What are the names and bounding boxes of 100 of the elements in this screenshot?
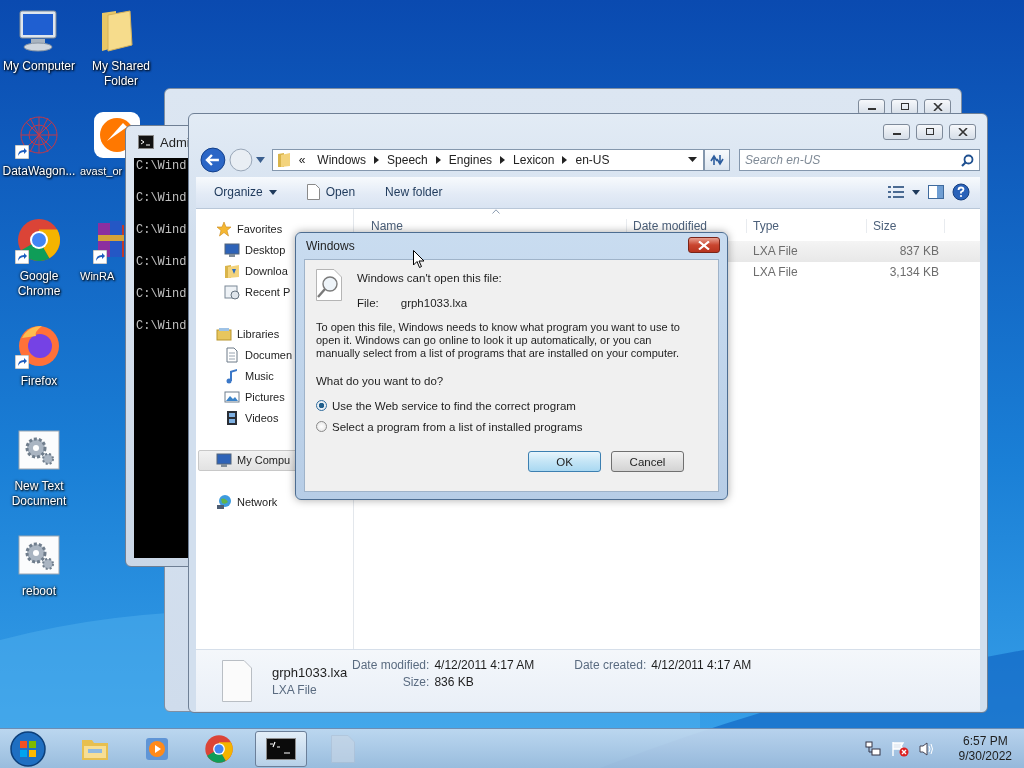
nav-item[interactable]: Favorites bbox=[196, 218, 353, 240]
console-line: C:\Wind bbox=[136, 318, 187, 334]
browser-icon[interactable] bbox=[16, 217, 62, 263]
table-cell-text: LXA File bbox=[752, 244, 799, 259]
breadcrumb[interactable]: en-US bbox=[575, 152, 610, 167]
dialog-question: What do you want to do? bbox=[316, 375, 445, 387]
view-options-icon[interactable] bbox=[888, 186, 904, 199]
maximize-icon bbox=[924, 128, 935, 136]
breadcrumb[interactable]: Windows bbox=[317, 152, 367, 167]
search-field[interactable]: Search en-US bbox=[739, 148, 980, 171]
taskbar-button[interactable] bbox=[255, 730, 307, 767]
icon-label: Firefox bbox=[20, 374, 58, 389]
chevron-icon[interactable] bbox=[562, 155, 568, 164]
close-button[interactable] bbox=[688, 237, 720, 253]
close-icon bbox=[698, 240, 710, 250]
search-icon bbox=[961, 153, 974, 167]
dialog-title: Windows bbox=[305, 239, 355, 253]
media-player-icon bbox=[144, 735, 170, 762]
mouse-cursor-icon bbox=[413, 250, 425, 269]
breadcrumb[interactable]: Lexicon bbox=[513, 152, 555, 167]
back-button[interactable] bbox=[200, 146, 226, 173]
console-line: C:\Wind bbox=[136, 254, 187, 270]
ok-button[interactable]: OK bbox=[528, 451, 601, 472]
icon-label: DataWagon... bbox=[2, 164, 76, 179]
property-value: 4/12/2011 4:17 AM bbox=[434, 658, 535, 673]
column-header[interactable]: Type bbox=[747, 218, 867, 233]
clock-time: 6:57 PM bbox=[962, 733, 1008, 749]
star-icon bbox=[216, 221, 232, 238]
console-line: C:\Wind bbox=[136, 190, 187, 206]
gears-document-icon[interactable] bbox=[16, 532, 62, 578]
film-icon bbox=[224, 410, 240, 427]
close-icon bbox=[957, 128, 968, 136]
maximize-button[interactable] bbox=[916, 124, 943, 140]
document-icon bbox=[306, 184, 320, 201]
radio-option[interactable]: Use the Web service to find the correct program bbox=[316, 395, 707, 416]
table-cell-text: 3,134 KB bbox=[888, 265, 940, 280]
file-search-icon bbox=[316, 269, 342, 301]
breadcrumb[interactable]: Engines bbox=[448, 152, 493, 167]
file-icon bbox=[222, 659, 252, 702]
column-header[interactable]: Size bbox=[867, 218, 945, 233]
property-label: Date created: bbox=[574, 658, 647, 673]
nav-item[interactable]: Network bbox=[196, 491, 353, 513]
property-label: Date modified: bbox=[352, 658, 430, 673]
breadcrumb[interactable]: Speech bbox=[387, 152, 428, 167]
computer-icon bbox=[216, 452, 232, 469]
icon-label: WinRA bbox=[80, 269, 115, 284]
overflow-mark[interactable]: « bbox=[298, 152, 306, 167]
close-button[interactable] bbox=[949, 124, 976, 140]
chevron-icon[interactable] bbox=[374, 155, 380, 164]
icon-label: New Text Document bbox=[10, 479, 68, 509]
network-status-icon[interactable] bbox=[864, 740, 881, 757]
toolbar-button[interactable]: New folder bbox=[379, 181, 449, 204]
icon-label: My Computer bbox=[3, 59, 75, 74]
maximize-icon bbox=[899, 103, 910, 111]
icon-label: avast_or bbox=[80, 164, 123, 179]
picture-icon bbox=[224, 389, 240, 406]
dialog-message: To open this file, Windows needs to know what program you want to use to open it. Windows can go online to look it up automatically, or you can manually select from a list of programs that are installed on your computer. bbox=[316, 321, 681, 360]
caret-icon bbox=[268, 189, 277, 195]
icon-label: reboot bbox=[22, 584, 56, 599]
radio-option[interactable]: Select a program from a list of installed programs bbox=[316, 416, 707, 437]
gears-document-icon[interactable] bbox=[16, 427, 62, 473]
chevron-icon[interactable] bbox=[500, 155, 506, 164]
radio-button[interactable] bbox=[316, 421, 327, 432]
libraries-icon bbox=[216, 326, 232, 343]
folder-icon bbox=[276, 151, 291, 168]
organize-menu[interactable]: Organize bbox=[208, 181, 283, 204]
icon-label: Google Chrome bbox=[16, 269, 62, 299]
property-value: 4/12/2011 4:17 AM bbox=[651, 658, 752, 673]
property-label: Size: bbox=[401, 675, 430, 690]
minimize-button[interactable] bbox=[883, 124, 910, 140]
toolbar-button[interactable]: Open bbox=[300, 180, 362, 205]
globe-icon bbox=[216, 494, 232, 511]
refresh-button[interactable] bbox=[704, 148, 730, 171]
speaker-icon[interactable] bbox=[918, 740, 935, 757]
caret-icon[interactable] bbox=[912, 189, 920, 195]
file-name: grph1033.lxa bbox=[400, 297, 468, 309]
table-cell-text: LXA File bbox=[752, 265, 799, 280]
radio-button[interactable] bbox=[316, 400, 327, 411]
icon-label: My Shared Folder bbox=[91, 59, 151, 89]
file-label: File: bbox=[357, 297, 379, 309]
document-icon bbox=[224, 347, 240, 364]
clock[interactable]: 6:57 PM 9/30/2022 bbox=[958, 733, 1012, 764]
music-note-icon bbox=[224, 368, 240, 385]
file-type: LXA File bbox=[272, 682, 318, 697]
preview-pane-icon[interactable] bbox=[928, 185, 944, 200]
address-bar[interactable]: « Windows Speech Engines Lexicon en-US bbox=[271, 148, 705, 171]
console-line: C:\Wind bbox=[136, 158, 187, 174]
help-icon[interactable] bbox=[952, 183, 970, 202]
chevron-icon[interactable] bbox=[435, 155, 441, 164]
browser-icon bbox=[204, 733, 234, 764]
folder-icon bbox=[224, 263, 240, 280]
cancel-button[interactable]: Cancel bbox=[611, 451, 684, 472]
flag-alert-icon[interactable] bbox=[890, 740, 909, 757]
console-line: C:\Wind bbox=[136, 286, 187, 302]
clock-date: 9/30/2022 bbox=[958, 748, 1012, 764]
recent-places-icon bbox=[224, 284, 240, 301]
start-button[interactable] bbox=[9, 729, 47, 768]
caret-icon[interactable] bbox=[688, 157, 698, 163]
close-icon bbox=[932, 103, 943, 111]
dialog-heading: Windows can't open this file: bbox=[357, 272, 502, 284]
